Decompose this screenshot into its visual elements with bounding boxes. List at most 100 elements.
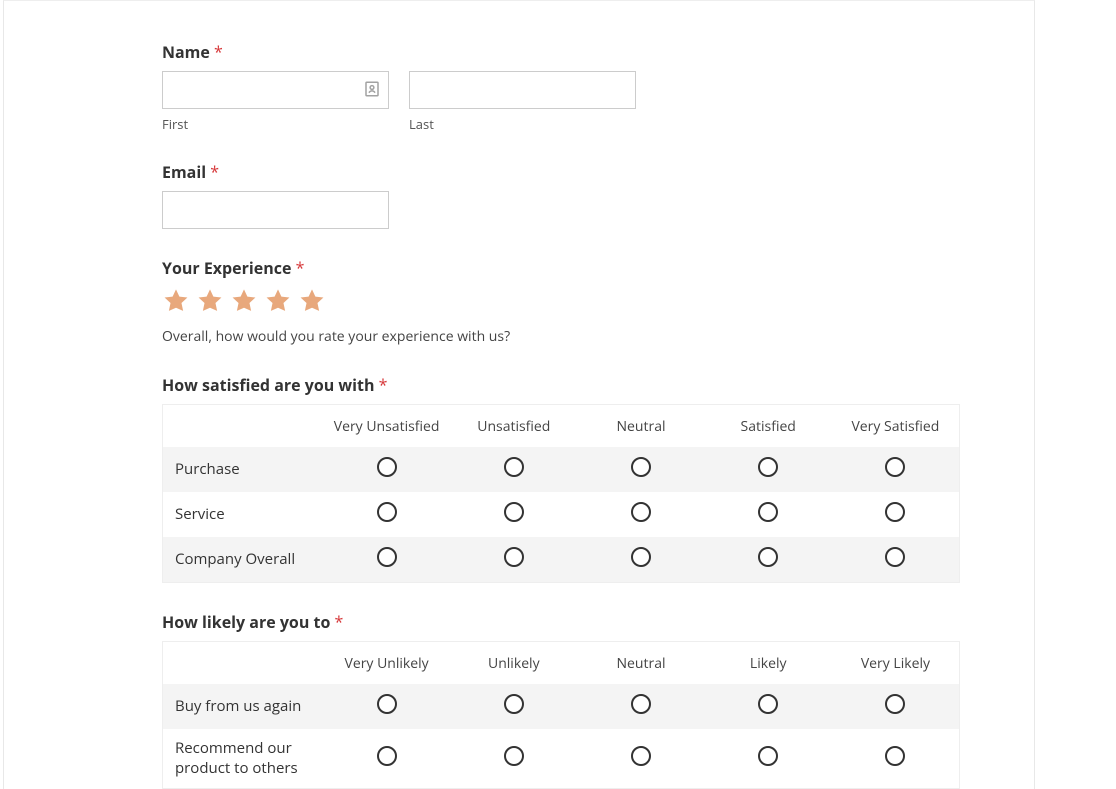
likert-radio[interactable] [758,457,778,477]
required-mark: * [296,257,305,279]
likert-scale-label: Neutral [577,407,704,446]
likert-row: Service [163,492,959,537]
email-label-text: Email [162,161,206,183]
last-name-input[interactable] [409,71,636,109]
likely-label: How likely are you to * [162,611,962,633]
likert-radio[interactable] [758,547,778,567]
first-name-wrap [162,71,389,109]
likert-radio[interactable] [758,502,778,522]
likert-cell [450,736,577,781]
email-input[interactable] [162,191,389,229]
likert-radio[interactable] [631,694,651,714]
likert-scale-label: Neutral [577,644,704,683]
likert-cell [323,537,450,582]
likert-radio[interactable] [377,502,397,522]
likert-radio[interactable] [885,746,905,766]
experience-label: Your Experience * [162,257,962,279]
likert-cell [450,492,577,537]
likert-scale-label: Likely [705,644,832,683]
likert-cell [705,736,832,781]
likert-radio[interactable] [885,694,905,714]
likert-radio[interactable] [377,457,397,477]
likert-scale-label: Very Likely [832,644,959,683]
likert-radio[interactable] [504,694,524,714]
likert-cell [832,736,959,781]
likert-cell [705,684,832,729]
likert-cell [577,537,704,582]
likert-row-label: Company Overall [163,540,323,580]
likert-header-spacer [163,416,323,436]
likert-cell [705,537,832,582]
likert-radio[interactable] [885,502,905,522]
star-icon[interactable] [264,287,292,315]
star-icon[interactable] [230,287,258,315]
required-mark: * [379,374,388,396]
likert-cell [450,537,577,582]
form: Name * First L [162,41,962,789]
likert-row-label: Recommend our product to others [163,729,323,788]
likert-radio[interactable] [504,502,524,522]
likert-radio[interactable] [631,746,651,766]
likely-field: How likely are you to * Very UnlikelyUnl… [162,611,962,789]
likert-cell [832,492,959,537]
satisfaction-label-text: How satisfied are you with [162,374,374,396]
likert-scale-label: Very Unsatisfied [323,407,450,446]
satisfaction-label: How satisfied are you with * [162,374,962,396]
likert-radio[interactable] [885,547,905,567]
satisfaction-likert: Very UnsatisfiedUnsatisfiedNeutralSatisf… [162,404,960,583]
likely-likert: Very UnlikelyUnlikelyNeutralLikelyVery L… [162,641,960,789]
star-icon[interactable] [298,287,326,315]
likert-radio[interactable] [885,457,905,477]
last-name-col: Last [409,71,636,133]
last-sublabel: Last [409,115,636,133]
likert-header: Very UnsatisfiedUnsatisfiedNeutralSatisf… [163,405,959,447]
email-label: Email * [162,161,962,183]
likert-scale-label: Satisfied [705,407,832,446]
likert-radio[interactable] [758,694,778,714]
likert-radio[interactable] [631,547,651,567]
likert-row: Recommend our product to others [163,729,959,788]
likert-row: Buy from us again [163,684,959,729]
likert-radio[interactable] [504,746,524,766]
likert-radio[interactable] [504,547,524,567]
likert-radio[interactable] [377,547,397,567]
name-label-text: Name [162,41,210,63]
likert-cell [323,684,450,729]
name-row: First Last [162,71,962,133]
likert-radio[interactable] [631,502,651,522]
likert-radio[interactable] [631,457,651,477]
form-container: Name * First L [3,0,1035,789]
likert-header: Very UnlikelyUnlikelyNeutralLikelyVery L… [163,642,959,684]
likert-row: Purchase [163,447,959,492]
star-rating[interactable] [162,287,962,315]
first-name-col: First [162,71,389,133]
satisfaction-field: How satisfied are you with * Very Unsati… [162,374,962,583]
likely-label-text: How likely are you to [162,611,330,633]
likert-cell [450,447,577,492]
first-name-input[interactable] [162,71,389,109]
likert-cell [577,684,704,729]
likert-radio[interactable] [504,457,524,477]
likert-scale-label: Very Unlikely [323,644,450,683]
likert-row-label: Buy from us again [163,687,323,727]
likert-radio[interactable] [377,694,397,714]
experience-label-text: Your Experience [162,257,291,279]
likert-header-spacer [163,653,323,673]
likert-cell [577,736,704,781]
star-icon[interactable] [162,287,190,315]
likert-scale-label: Unsatisfied [450,407,577,446]
name-label: Name * [162,41,962,63]
required-mark: * [335,611,344,633]
likert-scale-label: Very Satisfied [832,407,959,446]
required-mark: * [214,41,223,63]
likert-radio[interactable] [758,746,778,766]
experience-hint: Overall, how would you rate your experie… [162,327,962,346]
likert-cell [705,447,832,492]
first-sublabel: First [162,115,389,133]
email-field: Email * [162,161,962,229]
likert-cell [323,447,450,492]
name-field: Name * First L [162,41,962,133]
likert-radio[interactable] [377,746,397,766]
required-mark: * [210,161,219,183]
star-icon[interactable] [196,287,224,315]
